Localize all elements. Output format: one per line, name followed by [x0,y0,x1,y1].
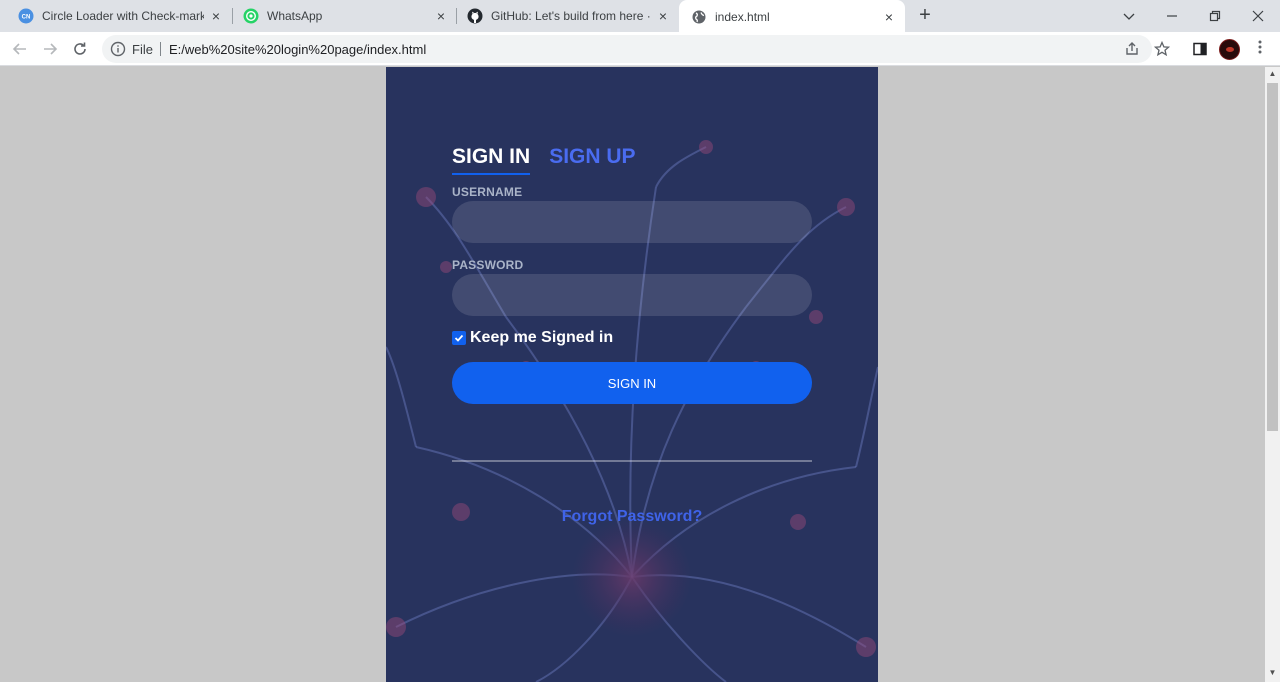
close-icon[interactable]: × [655,8,671,24]
tab-strip: CN Circle Loader with Check-mark A × Wha… [0,0,1280,33]
form-tabs: SIGN IN SIGN UP [452,145,655,175]
globe-icon [692,10,706,23]
restore-icon [1209,10,1221,22]
minimize-icon [1167,15,1177,17]
scroll-thumb[interactable] [1267,83,1278,431]
star-icon [1154,41,1170,57]
restore-button[interactable] [1192,0,1238,32]
browser-toolbar: File E:/web%20site%20login%20page/index.… [0,32,1280,66]
close-window-button[interactable] [1235,0,1280,32]
browser-tab[interactable]: GitHub: Let's build from here · Gi × [449,0,679,32]
password-label: PASSWORD [452,258,524,272]
whatsapp-icon [243,8,259,24]
tab-title: index.html [715,9,770,24]
forward-button[interactable] [40,39,60,59]
username-label: USERNAME [452,185,523,199]
arrow-left-icon [12,43,26,55]
share-button[interactable] [1122,39,1142,59]
divider [159,42,161,56]
minimize-button[interactable] [1149,0,1195,32]
close-icon[interactable]: × [881,9,897,25]
more-vert-icon [1258,40,1262,54]
side-panel-button[interactable] [1190,39,1210,59]
scrollbar[interactable]: ▲ ▼ [1265,67,1280,682]
chevron-down-icon [1123,13,1135,20]
scheme-label: File [132,41,153,57]
menu-button[interactable] [1250,39,1270,59]
password-input[interactable] [452,274,812,316]
tab-search-button[interactable] [1106,0,1152,32]
scroll-down-arrow-icon[interactable]: ▼ [1265,668,1280,680]
forgot-password-link[interactable]: Forgot Password? [452,508,812,526]
arrow-right-icon [44,43,58,55]
remember-label: Keep me Signed in [470,329,614,346]
scroll-up-arrow-icon[interactable]: ▲ [1265,69,1280,81]
github-icon [467,8,483,24]
tab-title: WhatsApp [267,9,323,23]
info-icon[interactable] [110,41,126,57]
back-button[interactable] [10,39,30,59]
tab-title: Circle Loader with Check-mark A [42,9,204,23]
browser-tab[interactable]: CN Circle Loader with Check-mark A × [0,0,232,32]
page-viewport: SIGN IN SIGN UP USERNAME PASSWORD Keep m… [0,67,1265,682]
tab-sign-in[interactable]: SIGN IN [452,145,531,175]
browser-tab-active[interactable]: index.html × [679,0,905,33]
divider [452,460,812,462]
side-panel-icon [1193,42,1207,56]
close-icon [1252,10,1264,22]
sign-in-button[interactable]: SIGN IN [452,362,812,404]
share-icon [1126,42,1138,55]
login-card: SIGN IN SIGN UP USERNAME PASSWORD Keep m… [386,67,878,682]
close-icon[interactable]: × [208,8,224,24]
address-bar[interactable]: File E:/web%20site%20login%20page/index.… [102,35,1152,63]
new-tab-button[interactable]: + [915,5,935,26]
close-icon[interactable]: × [433,8,449,24]
url-text[interactable]: E:/web%20site%20login%20page/index.html [169,42,426,57]
checkmark-icon [454,334,464,342]
bookmark-button[interactable] [1152,39,1172,59]
remember-me[interactable]: Keep me Signed in [452,329,613,347]
codingnepal-icon: CN [18,8,34,24]
tab-title: GitHub: Let's build from here · Gi [491,9,651,23]
remember-checkbox[interactable] [452,331,466,345]
profile-avatar[interactable] [1219,39,1240,60]
username-input[interactable] [452,201,812,243]
svg-text:CN: CN [22,15,31,21]
reload-icon [74,42,86,55]
reload-button[interactable] [70,39,90,59]
browser-tab[interactable]: WhatsApp × [225,0,457,32]
tab-sign-up[interactable]: SIGN UP [549,145,635,175]
